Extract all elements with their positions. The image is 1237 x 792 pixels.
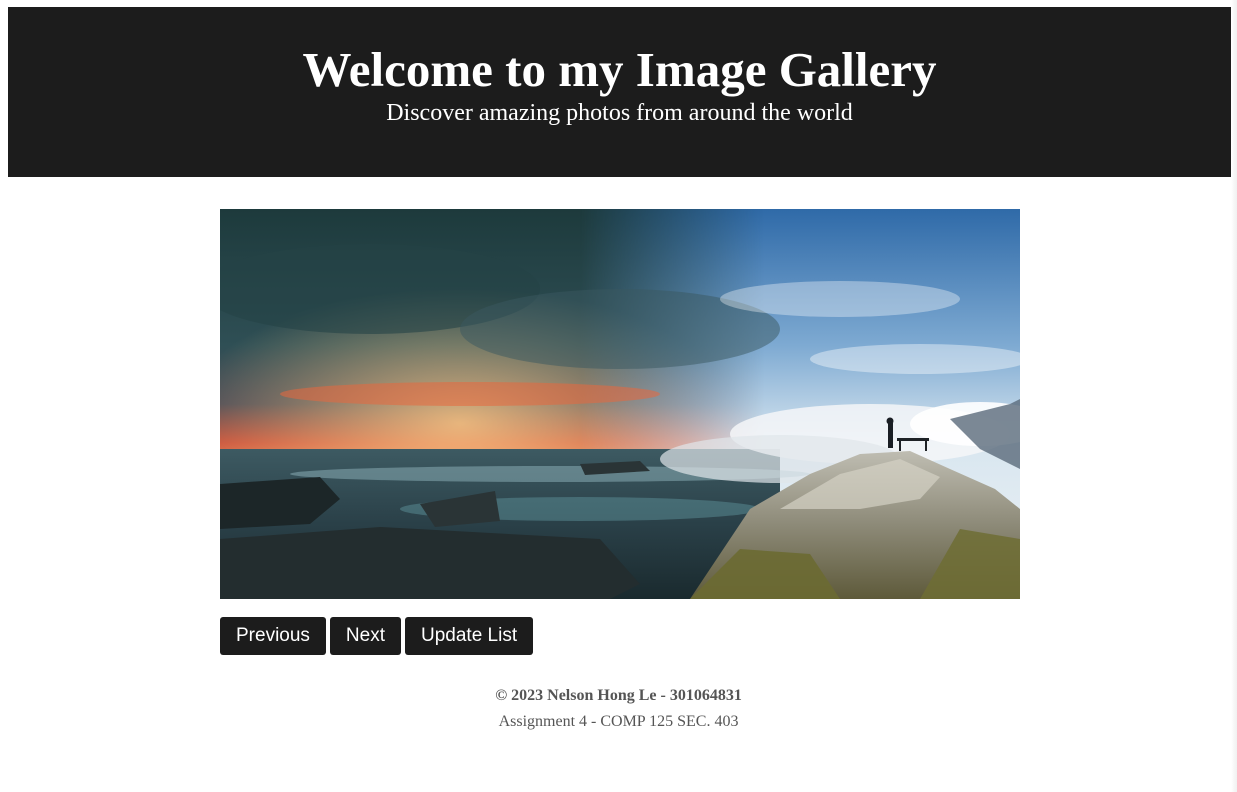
assignment-text: Assignment 4 - COMP 125 SEC. 403 <box>498 713 739 730</box>
next-button[interactable]: Next <box>329 617 401 655</box>
landscape-photo <box>220 209 1020 599</box>
page: Welcome to my Image Gallery Discover ama… <box>0 0 1237 792</box>
page-title: Welcome to my Image Gallery <box>302 42 937 97</box>
gallery-image <box>220 209 1020 599</box>
update-list-button[interactable]: Update List <box>405 617 534 655</box>
page-subtitle: Discover amazing photos from around the … <box>386 100 853 126</box>
previous-button[interactable]: Previous <box>220 617 326 655</box>
site-header: Welcome to my Image Gallery Discover ama… <box>8 7 1231 177</box>
page-scrollbar[interactable] <box>1231 0 1237 792</box>
copyright-text: © 2023 Nelson Hong Le - 301064831 <box>495 687 742 704</box>
site-footer: © 2023 Nelson Hong Le - 301064831 Assign… <box>0 686 1237 732</box>
gallery-controls: Previous Next Update List <box>220 617 534 655</box>
